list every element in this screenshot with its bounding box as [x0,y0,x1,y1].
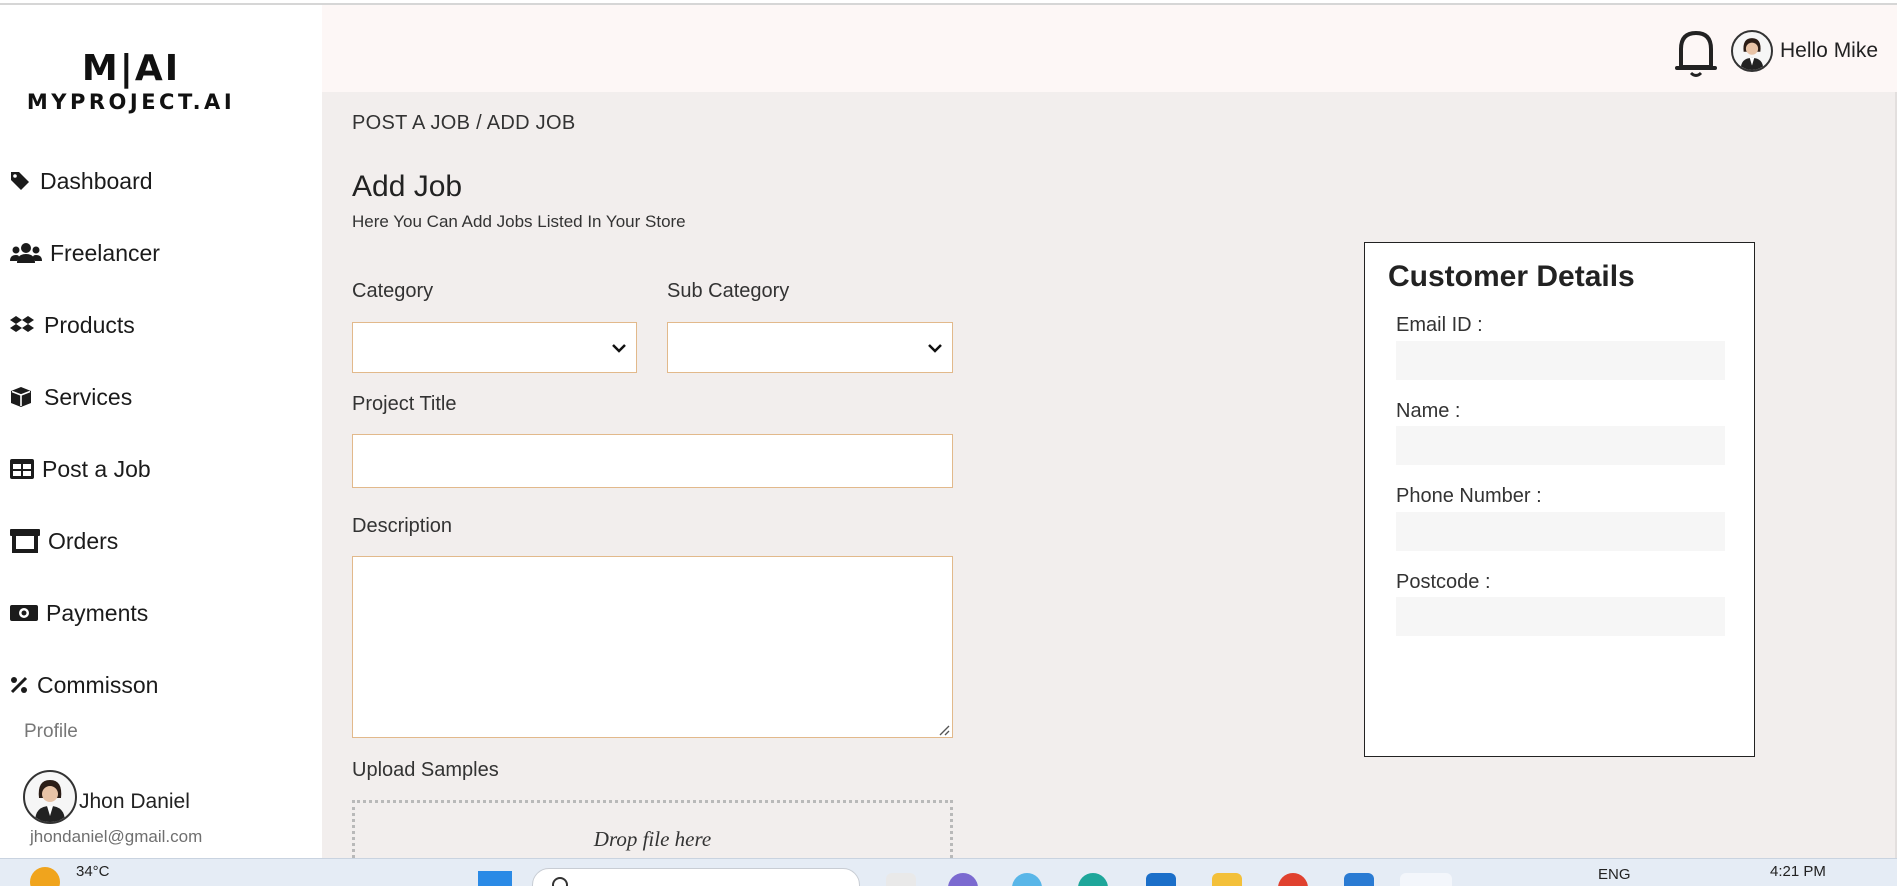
sidebar-item-label: Products [44,311,135,338]
os-taskbar: 34°C ENG 4:21 PM [0,858,1897,886]
sidebar-item-label: Dashboard [40,167,153,194]
page-title: Add Job [352,170,463,203]
folder-icon[interactable] [1212,873,1242,886]
sidebar-item-dashboard[interactable]: Dashboard [0,145,322,217]
sidebar-item-label: Services [44,383,133,410]
customer-details-card: Customer Details Email ID : Name : Phone… [1364,242,1755,757]
profile-section-label: Profile [24,721,78,742]
users-icon [10,241,48,265]
logo-mark: M|AI [81,48,181,89]
bell-icon[interactable] [1675,27,1717,79]
sidebar-item-label: Commisson [37,671,159,698]
breadcrumb: POST A JOB / ADD JOB [352,112,576,134]
description-label: Description [352,515,453,537]
edge-browser-icon[interactable] [1078,873,1108,886]
sidebar-nav: Dashboard Freelancer Products Services P… [0,145,322,721]
project-title-input[interactable] [352,434,953,488]
subcategory-select[interactable] [667,322,953,373]
taskbar-search-box[interactable] [532,868,860,886]
table-icon [10,457,40,481]
sidebar: M|AI MYPROJECT.AI Dashboard Freelancer P… [0,5,322,858]
upload-samples-label: Upload Samples [352,759,499,781]
description-textarea[interactable] [352,556,953,738]
app-icon[interactable] [886,873,916,886]
sidebar-item-products[interactable]: Products [0,289,322,361]
subcategory-label: Sub Category [667,280,790,302]
sidebar-item-post-a-job[interactable]: Post a Job [0,433,322,505]
customer-details-title: Customer Details [1388,260,1635,293]
brand-logo[interactable]: M|AI MYPROJECT.AI [20,48,242,115]
phone-number-field[interactable] [1396,512,1725,551]
profile-card[interactable]: Jhon Daniel [23,770,190,824]
active-app-icon[interactable] [1400,873,1452,886]
dropzone-text: Drop file here [593,827,712,851]
profile-email: jhondaniel@gmail.com [30,827,203,846]
sidebar-item-label: Post a Job [42,455,151,482]
greeting-text: Hello Mike [1780,39,1879,62]
category-select[interactable] [352,322,637,373]
chevron-down-icon [610,339,628,357]
sidebar-item-services[interactable]: Services [0,361,322,433]
chevron-down-icon [926,339,944,357]
sidebar-item-freelancer[interactable]: Freelancer [0,217,322,289]
tag-icon [10,169,38,193]
logo-text: MYPROJECT.AI [26,90,236,114]
avatar [23,770,77,824]
sidebar-item-label: Orders [48,527,119,554]
store-icon [10,529,46,553]
email-id-field[interactable] [1396,341,1725,380]
windows-start-icon[interactable] [478,871,512,886]
chrome-browser-icon[interactable] [1278,873,1308,886]
top-header: Hello Mike [322,5,1897,92]
main-content: POST A JOB / ADD JOB Add Job Here You Ca… [322,92,1897,870]
sidebar-item-orders[interactable]: Orders [0,505,322,577]
percent-icon [10,673,35,697]
phone-number-label: Phone Number : [1396,485,1542,507]
project-title-label: Project Title [352,393,457,415]
clock-time[interactable]: 4:21 PM [1770,863,1826,880]
sidebar-item-commisson[interactable]: Commisson [0,649,322,721]
dropbox-icon [10,313,42,337]
profile-name: Jhon Daniel [79,790,190,813]
input-language[interactable]: ENG [1598,866,1631,883]
postcode-label: Postcode : [1396,571,1491,593]
name-field[interactable] [1396,426,1725,465]
category-label: Category [352,280,434,302]
resize-grip-icon[interactable] [938,723,950,736]
vscode-icon[interactable] [1344,873,1374,886]
sidebar-item-label: Freelancer [50,239,160,266]
sidebar-item-payments[interactable]: Payments [0,577,322,649]
weather-sun-icon[interactable] [30,867,60,886]
page-subtitle: Here You Can Add Jobs Listed In Your Sto… [352,212,686,231]
app-icon[interactable] [948,873,978,886]
postcode-field[interactable] [1396,597,1725,636]
user-avatar[interactable] [1731,30,1773,72]
email-id-label: Email ID : [1396,314,1483,336]
money-bill-icon [10,601,44,625]
app-icon[interactable] [1012,873,1042,886]
search-icon [552,877,568,886]
name-label: Name : [1396,400,1461,422]
weather-temperature: 34°C [76,863,110,880]
app-icon[interactable] [1146,873,1176,886]
cube-icon [10,385,42,409]
sidebar-item-label: Payments [46,599,149,626]
